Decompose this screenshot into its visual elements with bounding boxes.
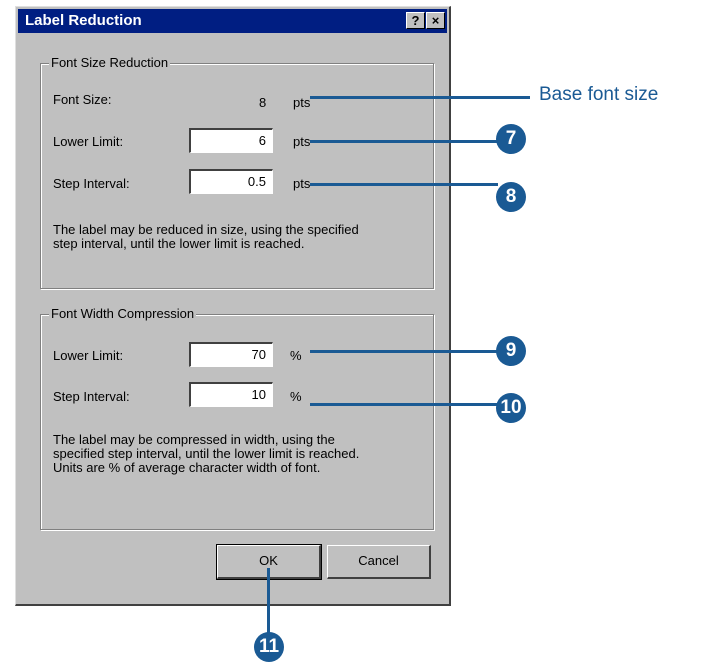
callout-7-badge: 7 xyxy=(496,124,526,154)
font-size-description-line1: The label may be reduced in size, using … xyxy=(53,222,359,237)
close-button[interactable]: × xyxy=(426,12,445,29)
width-lower-limit-input[interactable]: 70 xyxy=(189,342,273,367)
callout-10-line xyxy=(310,403,498,406)
step-interval-unit: pts xyxy=(293,176,311,191)
width-step-interval-label: Step Interval: xyxy=(53,389,130,404)
lower-limit-unit: pts xyxy=(293,134,311,149)
font-size-unit: pts xyxy=(293,95,311,110)
callout-11-line xyxy=(267,568,270,634)
width-description: The label may be compressed in width, us… xyxy=(53,433,359,475)
lower-limit-label: Lower Limit: xyxy=(53,134,124,149)
font-size-reduction-title: Font Size Reduction xyxy=(49,55,171,70)
cancel-button[interactable]: Cancel xyxy=(327,545,431,579)
callout-11-badge: 11 xyxy=(254,632,284,662)
font-size-lower-limit-input[interactable]: 6 xyxy=(189,128,273,153)
base-font-size-callout-line xyxy=(310,96,530,99)
callout-7-line xyxy=(310,140,498,143)
callout-9-line xyxy=(310,350,498,353)
base-font-size-callout: Base font size xyxy=(539,84,659,105)
callout-10-badge: 10 xyxy=(496,393,526,423)
width-lower-limit-label: Lower Limit: xyxy=(53,348,124,363)
font-size-description-line2: step interval, until the lower limit is … xyxy=(53,236,305,251)
help-button[interactable]: ? xyxy=(406,12,425,29)
width-description-line1: The label may be compressed in width, us… xyxy=(53,432,335,447)
font-size-label: Font Size: xyxy=(53,92,112,107)
font-size-description: The label may be reduced in size, using … xyxy=(53,223,359,251)
font-size-step-interval-input[interactable]: 0.5 xyxy=(189,169,273,194)
width-description-line2: specified step interval, until the lower… xyxy=(53,446,360,461)
width-description-line3: Units are % of average character width o… xyxy=(53,460,321,475)
width-step-interval-unit: % xyxy=(290,389,302,404)
font-width-compression-title: Font Width Compression xyxy=(49,306,197,321)
dialog-title: Label Reduction xyxy=(25,12,142,29)
callout-8-badge: 8 xyxy=(496,182,526,212)
callout-9-badge: 9 xyxy=(496,336,526,366)
callout-8-line xyxy=(310,183,498,186)
width-lower-limit-unit: % xyxy=(290,348,302,363)
width-step-interval-input[interactable]: 10 xyxy=(189,382,273,407)
step-interval-label: Step Interval: xyxy=(53,176,130,191)
font-size-value: 8 xyxy=(259,95,267,110)
title-bar[interactable]: Label Reduction ? × xyxy=(18,9,447,33)
